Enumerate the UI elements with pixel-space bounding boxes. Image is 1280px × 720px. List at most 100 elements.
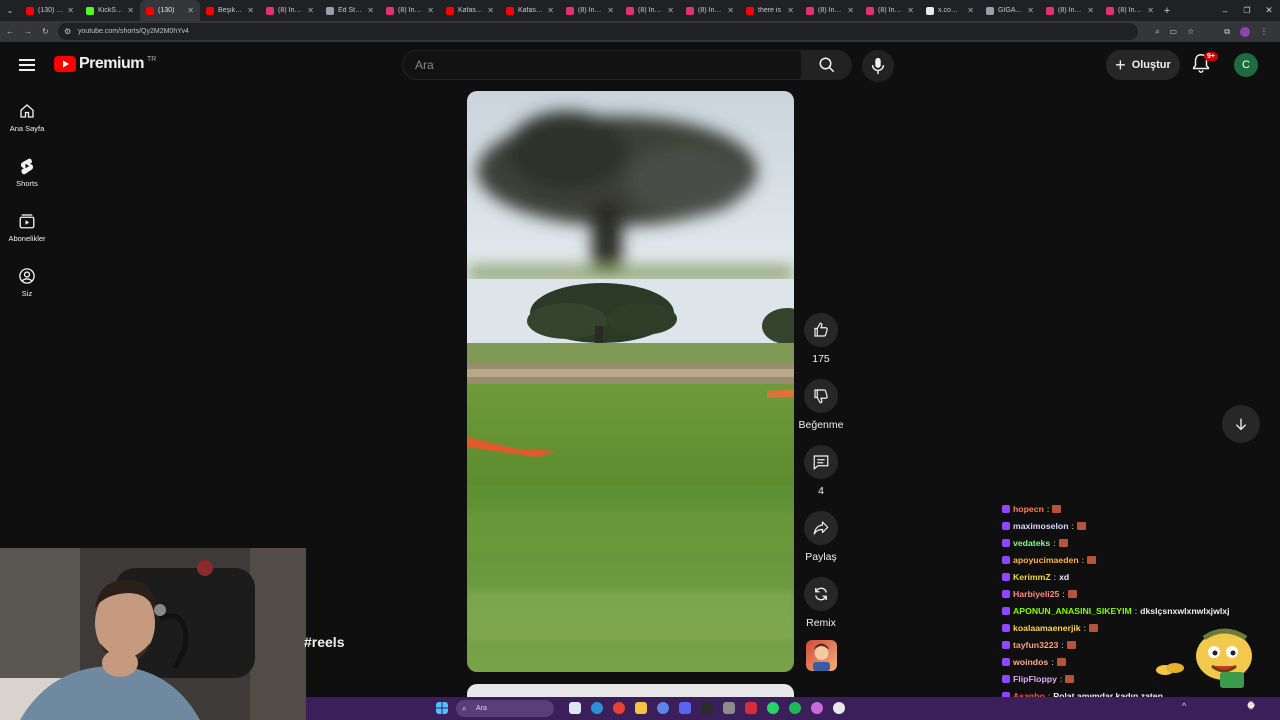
edge-browser-icon[interactable] [591, 702, 603, 714]
browser-tab[interactable]: (8) Insta ✕ [560, 0, 620, 21]
browser-tab[interactable]: GİGA EK ✕ [980, 0, 1040, 21]
discord-icon[interactable] [679, 702, 691, 714]
browser-tab[interactable]: (8) Insta ✕ [380, 0, 440, 21]
account-avatar[interactable]: C [1234, 53, 1258, 77]
app-icon[interactable] [745, 702, 757, 714]
search-input[interactable]: Ara [402, 50, 802, 80]
taskbar-search[interactable]: ⌕ Ara [456, 700, 554, 717]
chat-badge-icon [1002, 521, 1010, 530]
close-window-button[interactable]: ✕ [1258, 5, 1280, 16]
app-icon[interactable] [833, 702, 845, 714]
cast-icon[interactable]: ▭ [1170, 27, 1178, 37]
browser-tab[interactable]: (130) ✕ [140, 0, 200, 21]
address-bar[interactable]: ⚙ youtube.com/shorts/Qy2M2M0hYv4 [58, 23, 1138, 40]
browser-tab[interactable]: (8) Insta ✕ [1040, 0, 1100, 21]
spotify-icon[interactable] [789, 702, 801, 714]
reload-icon[interactable]: ↻ [42, 27, 49, 36]
notification-count-badge: 9+ [1204, 52, 1218, 61]
browser-tab[interactable]: (8) Insta ✕ [860, 0, 920, 21]
site-info-icon[interactable]: ⚙ [64, 27, 71, 36]
browser-tab[interactable]: (8) Insta ✕ [260, 0, 320, 21]
app-icon[interactable] [657, 702, 669, 714]
browser-tab[interactable]: (130) Na ✕ [20, 0, 80, 21]
profile-avatar-icon[interactable] [1240, 26, 1250, 37]
browser-tab[interactable]: (8) Insta ✕ [800, 0, 860, 21]
remix-button[interactable]: Remix [804, 577, 838, 629]
sidebar-item-shorts[interactable]: Shorts [0, 157, 54, 188]
tab-close-icon[interactable]: ✕ [847, 6, 854, 15]
windows-start-icon[interactable] [436, 702, 448, 714]
tab-search-button[interactable]: ⌄ [0, 6, 20, 15]
tab-close-icon[interactable]: ✕ [247, 6, 254, 15]
create-button[interactable]: + Oluştur [1106, 50, 1180, 80]
new-tab-button[interactable]: + [1160, 5, 1174, 17]
tab-close-icon[interactable]: ✕ [307, 6, 314, 15]
browser-tab[interactable]: Kafasını ✕ [500, 0, 560, 21]
maximize-button[interactable]: ❐ [1236, 6, 1258, 15]
back-icon[interactable]: ← [6, 27, 14, 36]
tab-close-icon[interactable]: ✕ [967, 6, 974, 15]
next-video-button[interactable] [1222, 405, 1260, 443]
clock-icon[interactable]: ⌚ [1246, 701, 1256, 710]
tab-favicon-icon [506, 6, 514, 15]
minimize-button[interactable]: – [1214, 6, 1236, 16]
app-icon[interactable] [701, 702, 713, 714]
forward-icon[interactable]: → [24, 27, 32, 36]
sound-source-thumbnail[interactable] [806, 640, 837, 671]
share-button[interactable]: Paylaş [804, 511, 838, 563]
whatsapp-icon[interactable] [767, 702, 779, 714]
video-caption-hashtag[interactable]: #reels [304, 634, 344, 650]
sidebar-item-subscriptions[interactable]: Abonelikler [0, 212, 54, 243]
like-button[interactable]: 175 [804, 313, 838, 365]
tab-close-icon[interactable]: ✕ [1147, 6, 1154, 15]
tab-favicon-icon [86, 6, 94, 15]
task-view-icon[interactable] [569, 702, 581, 714]
tab-close-icon[interactable]: ✕ [1087, 6, 1094, 15]
browser-tab[interactable]: KickSight ✕ [80, 0, 140, 21]
tab-close-icon[interactable]: ✕ [427, 6, 434, 15]
tab-close-icon[interactable]: ✕ [127, 6, 134, 15]
tab-close-icon[interactable]: ✕ [667, 6, 674, 15]
chat-separator: : [1083, 622, 1087, 633]
browser-tab[interactable]: Kafasını ✕ [440, 0, 500, 21]
chat-username: tayfun3223 [1013, 639, 1059, 650]
zoom-icon[interactable]: ⌕ [1155, 27, 1159, 37]
voice-search-button[interactable] [862, 50, 894, 82]
tab-close-icon[interactable]: ✕ [487, 6, 494, 15]
tab-close-icon[interactable]: ✕ [67, 6, 74, 15]
tab-close-icon[interactable]: ✕ [547, 6, 554, 15]
browser-tab[interactable]: (8) Insta ✕ [1100, 0, 1160, 21]
tab-close-icon[interactable]: ✕ [727, 6, 734, 15]
youtube-logo[interactable]: Premium TR [54, 55, 156, 73]
tab-close-icon[interactable]: ✕ [787, 6, 794, 15]
chat-username: apoyucimaeden [1013, 554, 1079, 565]
tray-chevron-icon[interactable]: ^ [1182, 701, 1186, 711]
sidebar-item-home[interactable]: Ana Sayfa [0, 102, 54, 133]
tab-close-icon[interactable]: ✕ [1027, 6, 1034, 15]
file-explorer-icon[interactable] [635, 702, 647, 714]
chrome-icon[interactable] [613, 702, 625, 714]
extensions-icon[interactable]: ⧉ [1224, 27, 1230, 37]
tab-close-icon[interactable]: ✕ [367, 6, 374, 15]
chat-badge-icon [1002, 504, 1010, 513]
sidebar-item-you[interactable]: Siz [0, 267, 54, 298]
search-button[interactable] [802, 50, 852, 80]
browser-tab[interactable]: (8) Insta ✕ [680, 0, 740, 21]
tab-close-icon[interactable]: ✕ [187, 6, 194, 15]
browser-tab[interactable]: there is ✕ [740, 0, 800, 21]
browser-tab[interactable]: x.com/ch ✕ [920, 0, 980, 21]
shorts-video-player[interactable] [467, 91, 794, 672]
browser-tab[interactable]: Beşiktaş ✕ [200, 0, 260, 21]
app-icon[interactable] [723, 702, 735, 714]
tab-close-icon[interactable]: ✕ [607, 6, 614, 15]
bookmark-star-icon[interactable]: ☆ [1187, 27, 1194, 37]
tab-close-icon[interactable]: ✕ [907, 6, 914, 15]
app-icon[interactable] [811, 702, 823, 714]
browser-tab[interactable]: Ed Staffin ✕ [320, 0, 380, 21]
tab-favicon-icon [26, 6, 34, 15]
dislike-button[interactable]: Beğenme [799, 379, 843, 431]
browser-tab[interactable]: (8) Insta ✕ [620, 0, 680, 21]
guide-menu-button[interactable] [19, 56, 35, 74]
comments-button[interactable]: 4 [804, 445, 838, 497]
browser-menu-icon[interactable]: ⋮ [1260, 27, 1268, 37]
